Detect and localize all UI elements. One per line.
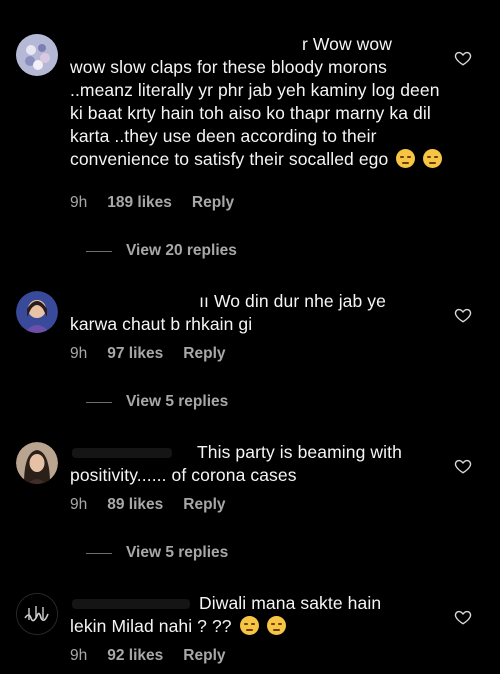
like-heart-icon[interactable]: [454, 49, 472, 67]
view-replies-button[interactable]: View 5 replies: [86, 544, 228, 562]
like-heart-icon[interactable]: [454, 457, 472, 475]
avatar[interactable]: [16, 34, 58, 76]
relieved-face-icon: [423, 149, 443, 168]
reply-button[interactable]: Reply: [192, 194, 234, 212]
view-replies-label: View 5 replies: [126, 393, 229, 410]
avatar-image: [16, 442, 58, 484]
avatar[interactable]: [16, 442, 58, 484]
comment-meta: 9h 89 likes Reply: [70, 496, 246, 514]
like-heart-icon[interactable]: [454, 306, 472, 324]
view-replies-button[interactable]: View 5 replies: [86, 393, 228, 411]
likes-count[interactable]: 92 likes: [107, 647, 163, 665]
likes-count[interactable]: 89 likes: [107, 496, 163, 514]
view-replies-button[interactable]: View 20 replies: [86, 242, 237, 260]
smirking-face-icon: [396, 149, 416, 168]
likes-count[interactable]: 97 likes: [107, 345, 163, 363]
timestamp: 9h: [70, 496, 88, 513]
divider-line: [86, 552, 112, 554]
avatar[interactable]: [16, 291, 58, 333]
view-replies-label: View 20 replies: [126, 242, 237, 259]
comment-text: ıı Wo din dur nhe jab ye karwa chaut b r…: [70, 291, 386, 334]
divider-line: [86, 401, 112, 403]
comment-text: Diwali mana sakte hain lekin Milad nahi …: [70, 593, 382, 636]
timestamp: 9h: [70, 194, 88, 211]
avatar[interactable]: [16, 593, 58, 635]
comment-meta: 9h 92 likes Reply: [70, 647, 246, 665]
reply-button[interactable]: Reply: [183, 647, 225, 665]
view-replies-label: View 5 replies: [126, 544, 229, 561]
thinking-face-icon: [239, 616, 259, 635]
likes-count[interactable]: 189 likes: [107, 194, 172, 212]
calligraphy-avatar-icon: [17, 594, 57, 634]
avatar-image: [16, 34, 58, 76]
timestamp: 9h: [70, 345, 88, 362]
avatar-image: [16, 291, 58, 333]
comment-meta: 9h 189 likes Reply: [70, 194, 254, 212]
face-with-monocle-icon: [266, 616, 286, 635]
comment-text: r Wow wow wow slow claps for these blood…: [70, 33, 450, 171]
timestamp: 9h: [70, 647, 88, 664]
reply-button[interactable]: Reply: [183, 345, 225, 363]
like-heart-icon[interactable]: [454, 608, 472, 626]
reply-button[interactable]: Reply: [183, 496, 225, 514]
divider-line: [86, 250, 112, 252]
comment-text: This party is beaming with positivity...…: [70, 442, 402, 485]
comment-meta: 9h 97 likes Reply: [70, 345, 246, 363]
